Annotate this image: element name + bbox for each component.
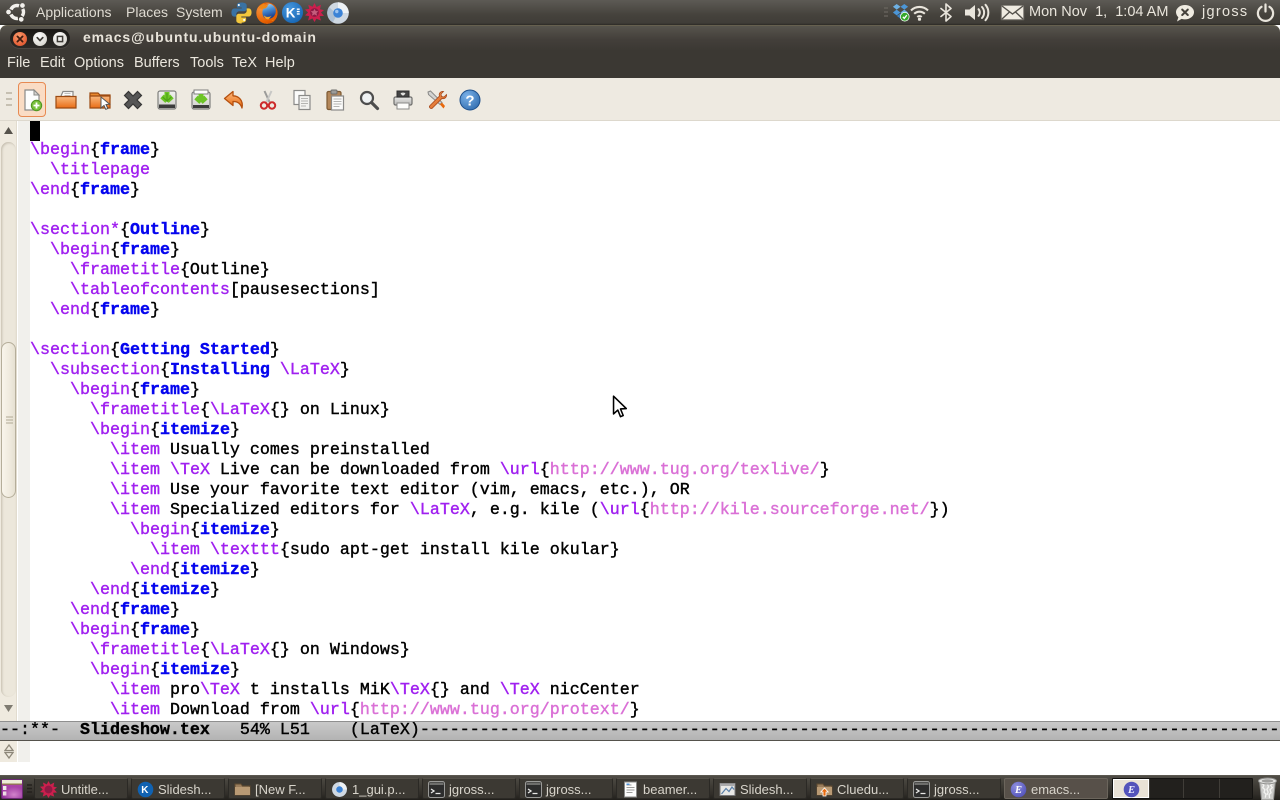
svg-text:K: K bbox=[141, 785, 149, 796]
svg-text:K: K bbox=[286, 5, 296, 20]
svg-text:?: ? bbox=[465, 93, 474, 110]
svg-text:E: E bbox=[1127, 785, 1135, 796]
svg-text:E: E bbox=[1014, 785, 1022, 796]
